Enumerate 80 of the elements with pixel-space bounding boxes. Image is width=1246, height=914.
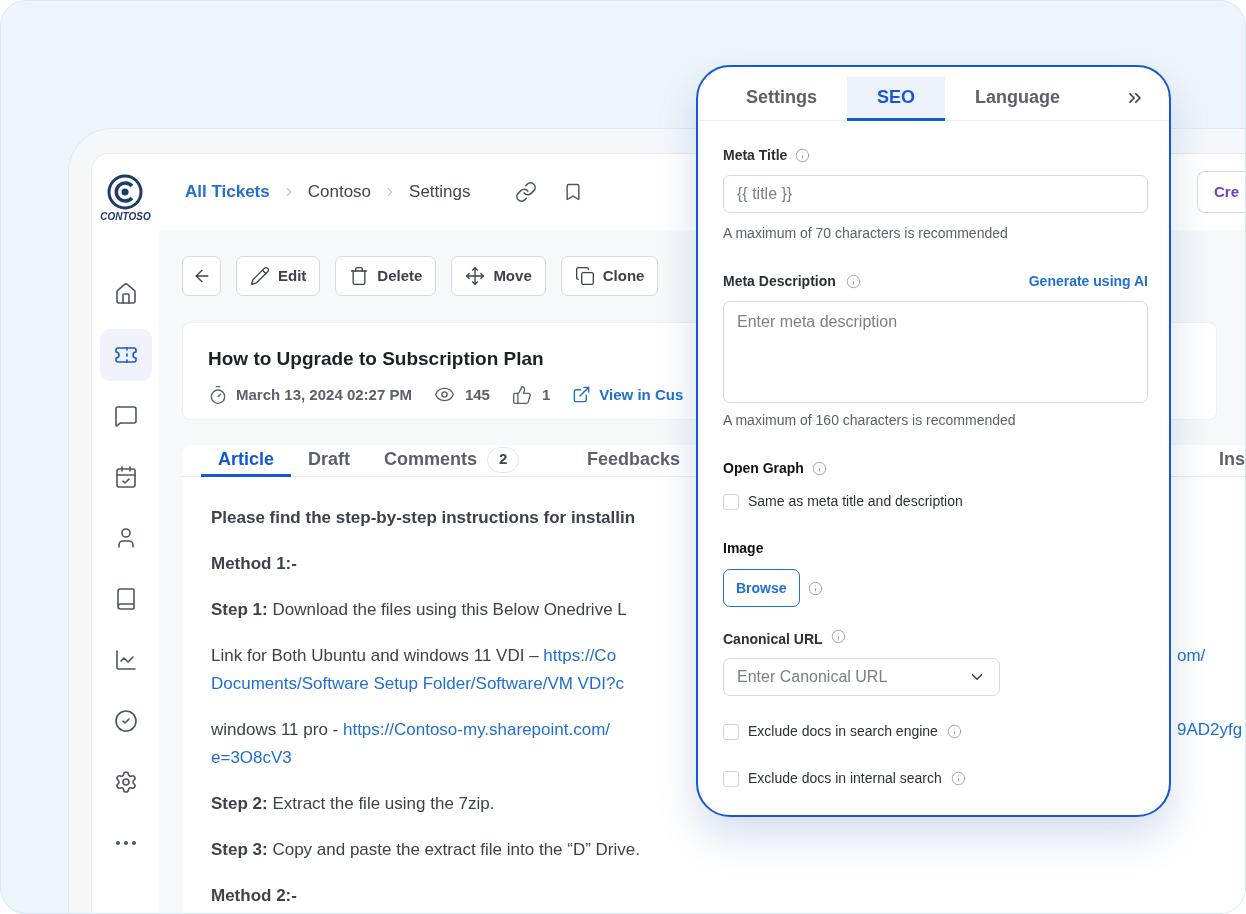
trash-icon: [349, 266, 370, 286]
hint-text: A maximum of 70 characters is recommended: [723, 224, 1009, 243]
content-tab[interactable]: Draft: [291, 445, 368, 477]
panel-tab[interactable]: SEO: [847, 77, 946, 121]
paragraph: Method 2:-: [211, 885, 297, 907]
paragraph: Step 1: Download the files using this Below Onedrive L: [211, 599, 627, 621]
url-link[interactable]: Documents/Software Setup Folder/Software/VM VDI?c: [211, 670, 624, 698]
breadcrumb-link[interactable]: Settings: [409, 179, 471, 205]
copy-icon: [574, 266, 595, 286]
url-link[interactable]: e=3O8cV3: [211, 744, 611, 772]
checkbox[interactable]: [723, 723, 739, 740]
link-icon[interactable]: [514, 181, 537, 203]
info-icon: [811, 461, 827, 476]
article-title: How to Upgrade to Subscription Plan: [208, 347, 545, 371]
info-icon: [830, 629, 846, 644]
edit-button[interactable]: Edit: [236, 256, 321, 296]
panel-tab[interactable]: Settings: [716, 77, 847, 121]
back-button[interactable]: [182, 256, 221, 296]
content-tab[interactable]: Comments 2: [367, 445, 537, 477]
info-icon: [807, 580, 823, 596]
paragraph: windows 11 pro - https://Contoso-my.sharepoint.com/: [211, 719, 611, 741]
canonical-url-select[interactable]: Enter Canonical URL: [723, 658, 1000, 696]
checkbox-label: Exclude docs in search engine: [748, 722, 938, 741]
checkbox[interactable]: [723, 493, 739, 510]
move-button[interactable]: Move: [451, 256, 546, 296]
select-placeholder: Enter Canonical URL: [737, 667, 888, 687]
sidebar-item[interactable]: [99, 329, 152, 381]
info-icon: [795, 148, 811, 163]
views-count: 145: [464, 384, 490, 405]
content-tab[interactable]: Feedbacks: [570, 445, 681, 477]
check-circle-icon: [113, 709, 138, 733]
generate-ai-link[interactable]: Generate using AI: [1028, 271, 1148, 292]
clone-button[interactable]: Clone: [560, 256, 659, 296]
url-link[interactable]: 9AD2yfg: [1177, 716, 1243, 744]
settings-icon: [113, 770, 138, 794]
delete-button[interactable]: Delete: [335, 256, 437, 296]
move-arrows-icon: [465, 266, 486, 286]
thumbs-up-icon: [511, 384, 532, 405]
paragraph: Method 1:-: [211, 553, 297, 575]
meta-description-field[interactable]: Enter meta description: [723, 301, 1148, 403]
content-tab[interactable]: Ins: [1201, 445, 1245, 477]
breadcrumb-link[interactable]: Contoso: [307, 179, 372, 205]
likes-count: 1: [541, 384, 551, 405]
panel-tab[interactable]: Language: [945, 77, 1091, 121]
line-chart-icon: [113, 648, 138, 672]
info-icon: [845, 274, 861, 289]
info-icon: [950, 771, 966, 786]
paragraph: Please find the step-by-step instructions for installin: [211, 507, 636, 529]
info-icon: [946, 724, 962, 739]
url-link[interactable]: https://Contoso-my.sharepoint.com/: [342, 720, 611, 739]
create-button[interactable]: Cre: [1197, 171, 1245, 213]
timer-icon: [208, 384, 228, 405]
url-link[interactable]: om/: [1177, 642, 1206, 670]
calendar-check-icon: [113, 465, 138, 489]
checkbox-label: Same as meta title and description: [748, 492, 963, 511]
logo-text: CONTOSO: [100, 212, 151, 222]
field-label: Meta Description: [723, 272, 836, 291]
breadcrumb-link[interactable]: All Tickets: [185, 179, 270, 205]
pencil-icon: [250, 266, 270, 286]
external-link-icon: [572, 385, 592, 405]
view-link[interactable]: View in Cus: [599, 383, 684, 406]
checkbox[interactable]: [723, 770, 739, 787]
logo-icon: [107, 174, 144, 210]
paragraph: Link for Both Ubuntu and windows 11 VDI – https://Co: [211, 645, 618, 667]
more-icon: [115, 841, 136, 845]
field-label: Open Graph: [723, 459, 804, 478]
browse-button[interactable]: Browse: [723, 569, 800, 607]
home-icon: [113, 282, 138, 306]
field-label: Image: [723, 539, 764, 558]
paragraph: Step 3: Copy and paste the extract file into the “D” Drive.: [211, 839, 640, 861]
meta-title-field[interactable]: {{ title }}: [723, 175, 1148, 213]
hint-text: A maximum of 160 characters is recommended: [723, 411, 1017, 430]
chat-icon: [113, 404, 138, 428]
field-label: Canonical URL: [723, 630, 823, 649]
date-text: March 13, 2024 02:27 PM: [236, 384, 412, 405]
checkbox-label: Exclude docs in internal search: [748, 769, 942, 788]
url-link[interactable]: https://Co: [543, 646, 617, 665]
field-label: Meta Title: [723, 146, 788, 165]
paragraph: Step 2: Extract the file using the 7zip.: [211, 793, 495, 815]
content-tab[interactable]: Article: [201, 445, 292, 477]
